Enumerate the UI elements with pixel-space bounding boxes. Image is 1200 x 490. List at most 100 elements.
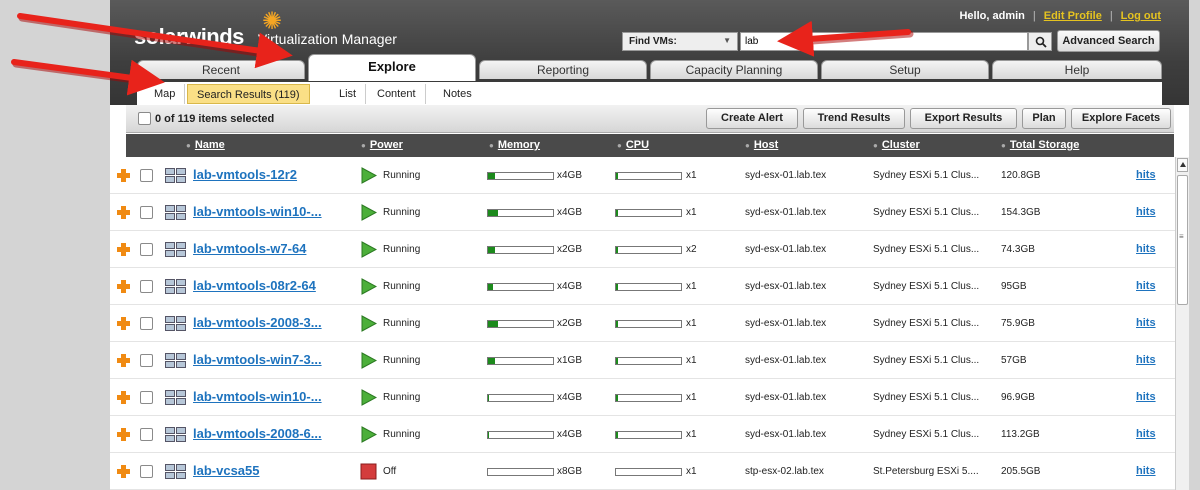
row-checkbox[interactable] xyxy=(140,317,153,330)
vm-name-link[interactable]: lab-vmtools-win7-3... xyxy=(193,352,322,367)
off-icon xyxy=(360,463,377,480)
table-row[interactable]: lab-vmtools-2008-6... Running x4GB x1 syd-es… xyxy=(110,416,1175,453)
expand-icon[interactable] xyxy=(117,465,130,478)
table-row[interactable]: lab-vmtools-08r2-64 Running x4GB x1 syd-esx-… xyxy=(110,268,1175,305)
hits-link[interactable]: hits xyxy=(1136,169,1156,181)
vm-icon xyxy=(165,427,186,442)
table-row[interactable]: lab-vmtools-12r2 Running x4GB x1 syd-esx-01.… xyxy=(110,157,1175,194)
explore-facets-button[interactable]: Explore Facets xyxy=(1071,108,1171,129)
expand-icon[interactable] xyxy=(117,243,130,256)
plan-button[interactable]: Plan xyxy=(1022,108,1066,129)
table-row[interactable]: lab-vmtools-w7-64 Running x2GB x2 syd-esx-01… xyxy=(110,231,1175,268)
cluster-value: Sydney ESXi 5.1 Clus... xyxy=(873,244,980,255)
right-gutter xyxy=(1189,0,1200,490)
memory-bar xyxy=(487,468,554,476)
col-name[interactable]: ● Name xyxy=(186,139,225,151)
separator: | xyxy=(1032,10,1036,22)
subtab-map[interactable]: Map xyxy=(145,84,186,104)
export-results-button[interactable]: Export Results xyxy=(910,108,1017,129)
vm-name-link[interactable]: lab-vmtools-12r2 xyxy=(193,167,297,182)
col-memory[interactable]: ● Memory xyxy=(489,139,540,151)
table-row[interactable]: lab-vmtools-2008-3... Running x2GB x1 syd-es… xyxy=(110,305,1175,342)
vm-name-link[interactable]: lab-vcsa55 xyxy=(193,463,260,478)
row-checkbox[interactable] xyxy=(140,206,153,219)
memory-bar-fill xyxy=(488,247,495,253)
hits-link[interactable]: hits xyxy=(1136,428,1156,440)
vm-name-link[interactable]: lab-vmtools-2008-6... xyxy=(193,426,322,441)
hits-link[interactable]: hits xyxy=(1136,465,1156,477)
vm-icon xyxy=(165,279,186,294)
tab-help[interactable]: Help xyxy=(992,60,1162,79)
row-checkbox[interactable] xyxy=(140,391,153,404)
table-row[interactable]: lab-vcsa55 Off x8GB x1 stp-esx-02.lab.tex St.… xyxy=(110,453,1175,490)
search-input[interactable] xyxy=(740,32,1028,51)
col-host[interactable]: ● Host xyxy=(745,139,778,151)
vertical-scrollbar[interactable] xyxy=(1175,157,1189,490)
row-checkbox[interactable] xyxy=(140,243,153,256)
memory-bar-fill xyxy=(488,284,493,290)
col-cluster[interactable]: ● Cluster xyxy=(873,139,920,151)
storage-value: 57GB xyxy=(1001,355,1027,366)
vm-name-link[interactable]: lab-vmtools-win10-... xyxy=(193,204,322,219)
storage-value: 95GB xyxy=(1001,281,1027,292)
expand-icon[interactable] xyxy=(117,317,130,330)
scroll-thumb[interactable] xyxy=(1177,175,1188,305)
cluster-value: Sydney ESXi 5.1 Clus... xyxy=(873,429,980,440)
subtab-list[interactable]: List xyxy=(330,84,367,104)
col-power[interactable]: ● Power xyxy=(361,139,403,151)
search-button[interactable] xyxy=(1028,32,1052,51)
advanced-search-button[interactable]: Advanced Search xyxy=(1057,30,1160,52)
cluster-value: Sydney ESXi 5.1 Clus... xyxy=(873,207,980,218)
row-checkbox[interactable] xyxy=(140,428,153,441)
expand-icon[interactable] xyxy=(117,354,130,367)
row-checkbox[interactable] xyxy=(140,280,153,293)
col-cpu[interactable]: ● CPU xyxy=(617,139,649,151)
row-checkbox[interactable] xyxy=(140,465,153,478)
cpu-value: x2 xyxy=(686,244,697,255)
scroll-up-button[interactable] xyxy=(1177,158,1188,172)
hits-link[interactable]: hits xyxy=(1136,391,1156,403)
row-checkbox[interactable] xyxy=(140,354,153,367)
trend-results-button[interactable]: Trend Results xyxy=(803,108,905,129)
table-row[interactable]: lab-vmtools-win7-3... Running x1GB x1 syd-es… xyxy=(110,342,1175,379)
tab-recent[interactable]: Recent xyxy=(137,60,305,79)
hits-link[interactable]: hits xyxy=(1136,206,1156,218)
expand-icon[interactable] xyxy=(117,428,130,441)
table-row[interactable]: lab-vmtools-win10-... Running x4GB x1 syd-es… xyxy=(110,194,1175,231)
tab-reporting[interactable]: Reporting xyxy=(479,60,647,79)
running-icon xyxy=(361,204,377,221)
host-value: syd-esx-01.lab.tex xyxy=(745,244,827,255)
expand-icon[interactable] xyxy=(117,169,130,182)
edit-profile-link[interactable]: Edit Profile xyxy=(1044,10,1102,22)
tab-capacity-planning[interactable]: Capacity Planning xyxy=(650,60,818,79)
storage-value: 96.9GB xyxy=(1001,392,1035,403)
subtab-search-results[interactable]: Search Results (119) xyxy=(187,84,310,104)
hits-link[interactable]: hits xyxy=(1136,280,1156,292)
table-row[interactable]: lab-vmtools-win10-... Running x4GB x1 syd-es… xyxy=(110,379,1175,416)
cpu-value: x1 xyxy=(686,355,697,366)
subtab-content[interactable]: Content xyxy=(368,84,426,104)
select-all-checkbox[interactable] xyxy=(138,112,151,125)
search-scope-select[interactable]: Find VMs: ▼ xyxy=(622,32,738,51)
memory-bar-fill xyxy=(488,321,498,327)
logout-link[interactable]: Log out xyxy=(1121,10,1161,22)
host-value: syd-esx-01.lab.tex xyxy=(745,355,827,366)
expand-icon[interactable] xyxy=(117,206,130,219)
hits-link[interactable]: hits xyxy=(1136,354,1156,366)
row-checkbox[interactable] xyxy=(140,169,153,182)
create-alert-button[interactable]: Create Alert xyxy=(706,108,798,129)
subtab-notes[interactable]: Notes xyxy=(434,84,481,104)
expand-icon[interactable] xyxy=(117,391,130,404)
vm-name-link[interactable]: lab-vmtools-2008-3... xyxy=(193,315,322,330)
memory-value: x4GB xyxy=(557,281,583,292)
vm-name-link[interactable]: lab-vmtools-win10-... xyxy=(193,389,322,404)
col-total-storage[interactable]: ● Total Storage xyxy=(1001,139,1079,151)
tab-setup[interactable]: Setup xyxy=(821,60,989,79)
hits-link[interactable]: hits xyxy=(1136,317,1156,329)
vm-name-link[interactable]: lab-vmtools-08r2-64 xyxy=(193,278,316,293)
tab-explore[interactable]: Explore xyxy=(308,54,476,81)
hits-link[interactable]: hits xyxy=(1136,243,1156,255)
expand-icon[interactable] xyxy=(117,280,130,293)
storage-value: 205.5GB xyxy=(1001,466,1041,477)
vm-name-link[interactable]: lab-vmtools-w7-64 xyxy=(193,241,306,256)
